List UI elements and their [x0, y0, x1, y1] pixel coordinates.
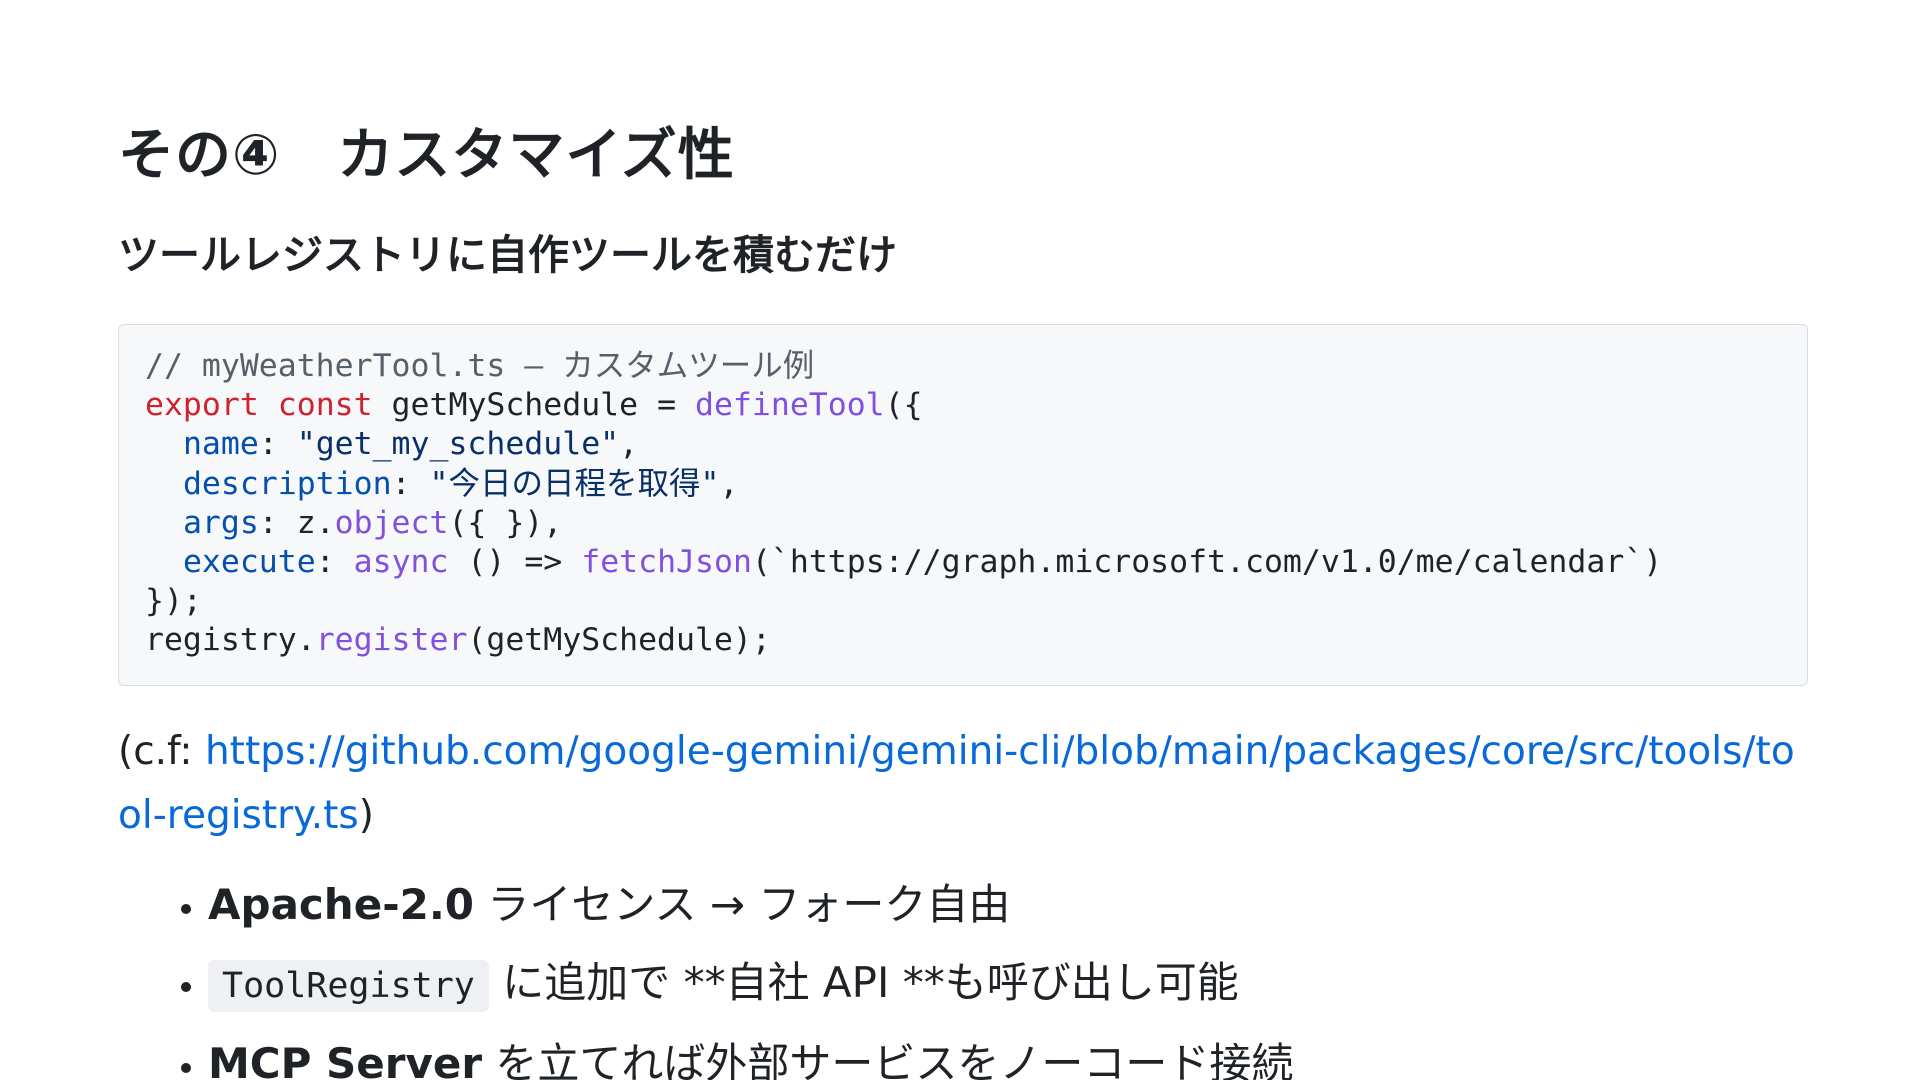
- code-identifier: getMySchedule =: [372, 387, 695, 424]
- page-title: その④ カスタマイズ性: [118, 123, 735, 188]
- list-item: Apache-2.0 ライセンス → フォーク自由: [208, 866, 1802, 944]
- code-function-register: register: [315, 622, 468, 659]
- code-line-4: description: "今日の日程を取得",: [145, 465, 1781, 504]
- list-item: ToolRegistry に追加で **自社 API **も呼び出し可能: [208, 944, 1802, 1025]
- code-block: // myWeatherTool.ts – カスタムツール例 export con…: [118, 324, 1808, 686]
- code-url-template: (`https://graph.microsoft.com/v1.0/me/ca…: [751, 543, 1663, 580]
- code-line-2: export const getMySchedule = defineTool(…: [145, 386, 1781, 425]
- reference-suffix: ): [358, 792, 374, 838]
- code-comment: // myWeatherTool.ts – カスタムツール例: [145, 348, 815, 384]
- code-property-execute: execute: [182, 543, 316, 580]
- code-string-description: "今日の日程を取得": [429, 465, 720, 502]
- code-punctuation: :: [258, 426, 297, 463]
- code-function-definetool: defineTool: [695, 387, 885, 424]
- code-keyword-async: async: [353, 543, 449, 580]
- code-punctuation: :: [315, 543, 354, 580]
- code-line-5: args: z.object({ }),: [145, 504, 1781, 543]
- code-line-3: name: "get_my_schedule",: [145, 425, 1781, 464]
- code-property-description: description: [182, 465, 392, 502]
- code-punctuation: });: [145, 583, 202, 620]
- code-line-7: });: [145, 582, 1781, 621]
- code-identifier: registry.: [145, 622, 316, 659]
- code-punctuation: ({: [884, 387, 923, 424]
- list-item-strong: MCP Server: [208, 1038, 483, 1080]
- reference-paragraph: (c.f: https://github.com/google-gemini/g…: [118, 720, 1802, 848]
- code-function-object: object: [334, 504, 449, 541]
- inline-code-toolregistry: ToolRegistry: [208, 959, 489, 1012]
- code-property-args: args: [182, 504, 259, 541]
- code-keyword-const: const: [277, 387, 373, 424]
- code-punctuation: ,: [719, 465, 739, 502]
- code-identifier: : z.: [258, 504, 335, 541]
- code-property-name: name: [182, 426, 259, 463]
- code-punctuation: ,: [619, 426, 639, 463]
- code-keyword-export: export: [145, 387, 259, 424]
- code-function-fetchjson: fetchJson: [581, 543, 752, 580]
- feature-list: Apache-2.0 ライセンス → フォーク自由 ToolRegistry に…: [118, 866, 1802, 1080]
- list-item-text: ライセンス → フォーク自由: [474, 879, 1011, 929]
- code-arrow: () =>: [448, 543, 582, 580]
- list-item-text: に追加で **自社 API **も呼び出し可能: [488, 957, 1239, 1007]
- reference-prefix: (c.f:: [118, 728, 205, 774]
- code-string-name: "get_my_schedule": [296, 426, 620, 463]
- code-punctuation: (getMySchedule);: [467, 622, 771, 659]
- page-subtitle: ツールレジストリに自作ツールを積むだけ: [118, 231, 897, 279]
- code-line-6: execute: async () => fetchJson(`https://…: [145, 543, 1781, 582]
- list-item: MCP Server を立てれば外部サービスをノーコード接続: [208, 1025, 1802, 1080]
- list-item-text: を立てれば外部サービスをノーコード接続: [482, 1038, 1294, 1080]
- slide: その④ カスタマイズ性 ツールレジストリに自作ツールを積むだけ // myWea…: [0, 0, 1920, 1080]
- code-line-8: registry.register(getMySchedule);: [145, 621, 1781, 660]
- code-line-1: // myWeatherTool.ts – カスタムツール例: [145, 347, 1781, 386]
- code-punctuation: ({ }),: [448, 504, 563, 541]
- list-item-strong: Apache-2.0: [208, 879, 475, 929]
- code-punctuation: :: [391, 465, 430, 502]
